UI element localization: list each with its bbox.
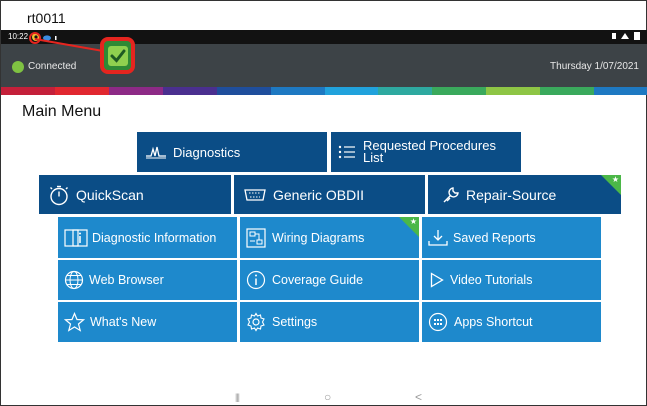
diagnostics-button[interactable]: Diagnostics (137, 132, 327, 172)
settings-label: Settings (272, 315, 318, 329)
play-icon (430, 272, 444, 288)
list-icon (338, 144, 356, 160)
wiring-diagrams-button[interactable]: Wiring Diagrams ★ (240, 217, 419, 258)
generic-obdii-button[interactable]: Generic OBDII (234, 175, 425, 214)
wiring-icon (246, 227, 266, 248)
info-doc-icon (64, 228, 88, 247)
saved-reports-button[interactable]: Saved Reports (422, 217, 601, 258)
saved-reports-label: Saved Reports (453, 230, 536, 245)
wiring-diagrams-label: Wiring Diagrams (272, 230, 365, 245)
quickscan-label: QuickScan (76, 186, 144, 203)
quickscan-button[interactable]: QuickScan (39, 175, 231, 214)
download-icon (55, 36, 57, 40)
whats-new-button[interactable]: What's New (58, 302, 237, 342)
connection-status: Connected (28, 61, 77, 72)
new-badge-icon: ★ (601, 175, 621, 195)
wifi-icon (621, 33, 629, 39)
star-outline-icon (64, 312, 85, 332)
stripe-segment (432, 87, 487, 95)
globe-icon (64, 270, 84, 290)
diagnostic-information-button[interactable]: Diagnostic Information (58, 217, 237, 258)
app-check-icon[interactable] (100, 37, 135, 74)
repair-source-button[interactable]: Repair-Source ★ (428, 175, 621, 214)
obd-connector-icon (244, 188, 266, 202)
web-browser-button[interactable]: Web Browser (58, 260, 237, 300)
status-time: 10:22 (8, 32, 29, 41)
screenshot-frame: rt0011 10:22 Connected Thursday 1/07/202… (0, 0, 647, 406)
stopwatch-icon (48, 184, 70, 206)
video-tutorials-button[interactable]: Video Tutorials (422, 260, 601, 300)
video-tutorials-label: Video Tutorials (450, 273, 533, 287)
download-tray-icon (428, 229, 448, 247)
wrench-icon (441, 185, 461, 205)
connection-status-dot (12, 61, 24, 73)
header-date: Thursday 1/07/2021 (550, 61, 639, 72)
stripe-segment (108, 87, 163, 95)
requested-procedures-label: Requested Procedures List (363, 139, 496, 165)
system-nav-bar: ||| ○ < (1, 385, 647, 406)
new-badge-icon: ★ (399, 217, 419, 237)
requested-procedures-line2: List (363, 150, 384, 165)
page-title: Main Menu (22, 103, 102, 120)
requested-procedures-button[interactable]: Requested Procedures List (331, 132, 521, 172)
stripe-segment (270, 87, 325, 95)
web-browser-label: Web Browser (89, 273, 164, 287)
gear-icon (246, 312, 266, 332)
info-circle-icon (246, 270, 266, 290)
home-icon[interactable]: ○ (324, 391, 331, 403)
stripe-segment (54, 87, 109, 95)
stripe-segment (324, 87, 379, 95)
document-label: rt0011 (27, 10, 66, 26)
apps-shortcut-label: Apps Shortcut (454, 315, 533, 329)
stripe-segment (162, 87, 217, 95)
stripe-segment (594, 87, 647, 95)
diagnostics-label: Diagnostics (173, 144, 241, 160)
stripe-segment (378, 87, 433, 95)
notification-icon (612, 33, 616, 39)
repair-source-label: Repair-Source (466, 186, 557, 203)
back-icon[interactable]: < (415, 391, 422, 403)
whats-new-label: What's New (90, 315, 157, 329)
apps-shortcut-button[interactable]: Apps Shortcut (422, 302, 601, 342)
diagnostic-information-label: Diagnostic Information (92, 230, 217, 245)
coverage-guide-button[interactable]: Coverage Guide (240, 260, 419, 300)
apps-icon (428, 312, 448, 332)
diagnostics-waveform-icon (145, 145, 167, 159)
stripe-segment (486, 87, 541, 95)
status-right-icons (612, 31, 642, 43)
stripe-segment (216, 87, 271, 95)
stripe-segment (540, 87, 595, 95)
stripe-segment (1, 87, 55, 95)
highlight-ring (29, 32, 41, 44)
settings-button[interactable]: Settings (240, 302, 419, 342)
battery-icon (634, 32, 640, 40)
coverage-guide-label: Coverage Guide (272, 273, 364, 287)
recent-apps-icon[interactable]: ||| (235, 391, 240, 403)
brand-stripe (1, 87, 647, 95)
generic-obdii-label: Generic OBDII (273, 186, 365, 203)
check-icon (107, 45, 128, 66)
status-bar: 10:22 (1, 30, 647, 44)
